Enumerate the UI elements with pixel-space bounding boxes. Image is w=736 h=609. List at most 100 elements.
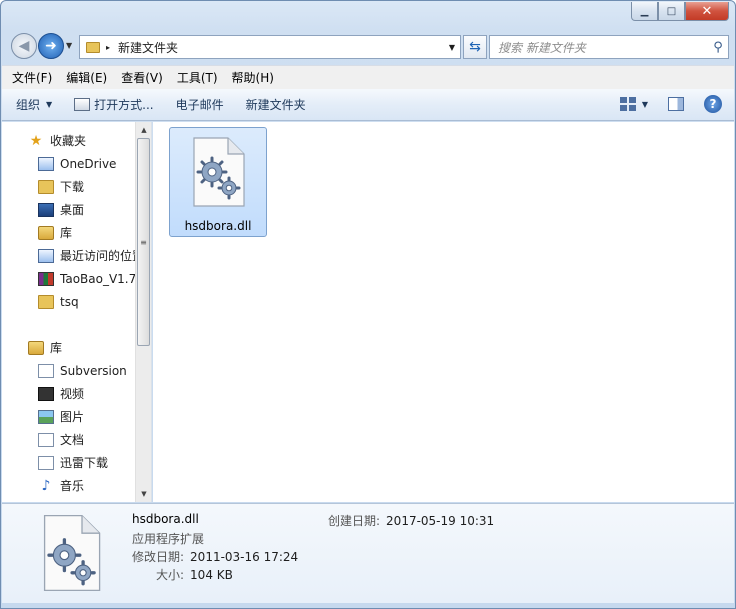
menu-help[interactable]: 帮助(H) [232, 69, 274, 86]
sidebar-item-label: 桌面 [60, 203, 85, 217]
sidebar-item-label: 下载 [60, 180, 85, 194]
nav-tree: ★ 收藏夹 OneDrive 下载 桌面 库 最近访问的位置 TaoBao_V1… [2, 122, 136, 497]
search-box[interactable]: 搜索 新建文件夹 ⚲ [489, 35, 729, 59]
desktop-icon [38, 202, 54, 217]
subversion-icon [38, 363, 54, 378]
sidebar-item-taobao[interactable]: TaoBao_V1.7 [2, 267, 136, 290]
sidebar-item-subversion[interactable]: Subversion [2, 359, 136, 382]
modified-label: 修改日期: [132, 550, 185, 564]
address-dropdown-icon[interactable]: ▼ [444, 43, 460, 52]
details-pane: hsdbora.dll 应用程序扩展 修改日期: 2011-03-16 17:24… [2, 503, 734, 603]
refresh-button[interactable]: ⇆ [463, 35, 487, 59]
address-bar[interactable]: ▸ 新建文件夹 ▼ [79, 35, 461, 59]
search-icon[interactable]: ⚲ [708, 40, 728, 55]
preview-pane-icon[interactable] [668, 97, 684, 111]
organize-label: 组织 [16, 98, 41, 112]
sidebar-item-label: 迅雷下载 [60, 456, 109, 470]
back-button[interactable]: ◀ [11, 33, 37, 59]
open-with-button[interactable]: 打开方式... [74, 96, 154, 113]
sidebar-item-documents[interactable]: 文档 [2, 428, 136, 451]
menu-edit[interactable]: 编辑(E) [66, 69, 107, 86]
help-icon[interactable]: ? [704, 95, 722, 113]
email-label: 电子邮件 [175, 98, 224, 112]
close-button[interactable]: ✕ [685, 2, 729, 21]
email-button[interactable]: 电子邮件 [176, 96, 224, 113]
sidebar-item-videos[interactable]: 视频 [2, 382, 136, 405]
picture-icon [38, 409, 54, 424]
sidebar-item-label: tsq [60, 294, 79, 309]
sidebar-item-label: 最近访问的位置 [60, 249, 136, 263]
details-file-name: hsdbora.dll [132, 512, 199, 526]
download-library-icon [38, 455, 54, 470]
file-item[interactable]: hsdbora.dll [169, 127, 267, 237]
sidebar-item-downloads[interactable]: 下载 [2, 175, 136, 198]
new-folder-button[interactable]: 新建文件夹 [246, 96, 306, 113]
sidebar-item-label: 库 [50, 341, 63, 355]
library-icon [28, 340, 44, 355]
sidebar-item-desktop[interactable]: 桌面 [2, 198, 136, 221]
view-controls: ▼ ? [619, 95, 722, 113]
view-dropdown-icon[interactable]: ▼ [642, 100, 648, 109]
sidebar-item-music[interactable]: ♪ 音乐 [2, 474, 136, 497]
sidebar-item-library[interactable]: 库 [2, 221, 136, 244]
caption-buttons: ▁ □ ✕ [631, 2, 729, 21]
maximize-button[interactable]: □ [658, 2, 685, 21]
archive-icon [38, 271, 54, 286]
modified-value: 2011-03-16 17:24 [190, 550, 299, 564]
folder-icon [86, 41, 100, 53]
star-icon: ★ [29, 132, 43, 149]
sidebar-item-label: 库 [60, 226, 73, 240]
menu-bar: 文件(F) 编辑(E) 查看(V) 工具(T) 帮助(H) [2, 65, 734, 89]
scroll-down-icon[interactable]: ▼ [136, 486, 151, 502]
onedrive-icon [38, 156, 54, 171]
sidebar-item-label: 收藏夹 [50, 134, 87, 148]
sidebar-item-label: Subversion [60, 363, 127, 378]
navigation-pane: ★ 收藏夹 OneDrive 下载 桌面 库 最近访问的位置 TaoBao_V1… [2, 122, 152, 502]
menu-file[interactable]: 文件(F) [12, 69, 52, 86]
breadcrumb-current-folder[interactable]: 新建文件夹 [118, 39, 444, 56]
open-with-label: 打开方式... [94, 98, 154, 112]
sidebar-item-recent-places[interactable]: 最近访问的位置 [2, 244, 136, 267]
folder-icon [38, 294, 54, 309]
forward-button[interactable]: ➜ [38, 33, 64, 59]
scroll-up-icon[interactable]: ▲ [136, 122, 151, 138]
menu-tools[interactable]: 工具(T) [177, 69, 218, 86]
sidebar-item-label: 音乐 [60, 479, 85, 493]
details-size: 大小: 104 KB [156, 566, 233, 583]
size-label: 大小: [156, 568, 185, 582]
sidebar-item-tsq[interactable]: tsq [2, 290, 136, 313]
sidebar-item-xunlei-downloads[interactable]: 迅雷下载 [2, 451, 136, 474]
explorer-window: ▁ □ ✕ ◀ ➜ ▼ ▸ 新建文件夹 ▼ ⇆ 搜索 新建文件夹 ⚲ 文件(F)… [0, 0, 736, 609]
sidebar-item-label: 视频 [60, 387, 85, 401]
sidebar-item-label: 文档 [60, 433, 85, 447]
sidebar-favorites-header[interactable]: ★ 收藏夹 [2, 129, 136, 152]
sidebar-item-pictures[interactable]: 图片 [2, 405, 136, 428]
music-icon: ♪ [41, 477, 51, 494]
sidebar-item-label: OneDrive [60, 156, 117, 171]
sidebar-item-onedrive[interactable]: OneDrive [2, 152, 136, 175]
document-icon [38, 432, 54, 447]
recent-pages-dropdown-icon[interactable]: ▼ [66, 41, 72, 50]
file-list-pane: hsdbora.dll [153, 122, 734, 502]
sidebar-item-label: 图片 [60, 410, 85, 424]
details-modified: 修改日期: 2011-03-16 17:24 [132, 548, 298, 565]
scrollbar-thumb[interactable]: ≡ [137, 138, 150, 346]
size-value: 104 KB [190, 568, 233, 582]
created-value: 2017-05-19 10:31 [386, 514, 495, 528]
sidebar-item-label: TaoBao_V1.7 [60, 271, 136, 286]
command-bar: 组织 ▼ 打开方式... 电子邮件 新建文件夹 ▼ ? [2, 89, 734, 121]
recent-places-icon [38, 248, 54, 263]
refresh-icon: ⇆ [469, 39, 481, 55]
search-input[interactable]: 搜索 新建文件夹 [498, 39, 708, 56]
organize-button[interactable]: 组织 ▼ [16, 96, 52, 113]
minimize-button[interactable]: ▁ [631, 2, 658, 21]
breadcrumb-separator-icon[interactable]: ▸ [106, 43, 110, 52]
nav-scrollbar[interactable]: ▲ ≡ ▼ [135, 122, 151, 502]
view-mode-icon[interactable] [619, 97, 636, 111]
details-file-type: 应用程序扩展 [132, 532, 205, 546]
downloads-folder-icon [38, 179, 54, 194]
menu-view[interactable]: 查看(V) [121, 69, 163, 86]
sidebar-libraries-header[interactable]: 库 [2, 336, 136, 359]
dll-gear-icon [193, 137, 245, 207]
video-icon [38, 386, 54, 401]
